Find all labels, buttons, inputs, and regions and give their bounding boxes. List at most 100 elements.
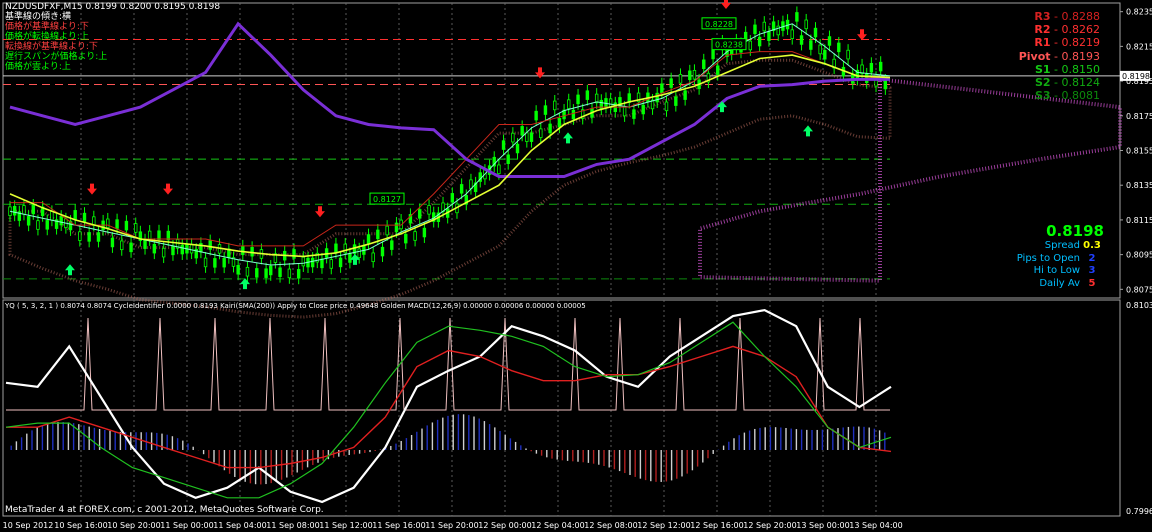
candle-body [310,257,315,268]
sub-axis-bottom: 0.7996 [1126,507,1152,516]
info-value: 3 [1088,265,1096,276]
candle-body [427,205,431,215]
candle-body [390,240,394,250]
pivot-value: 0.8219 [1061,36,1101,50]
candle-body [222,257,226,268]
candle-body [459,184,464,194]
info-rows: Spread 0.3 Pips to Open 2 Hi to Low 3 Daily Av… [1000,240,1104,290]
subwindow-header: YQ ( 5, 3, 2, 1 ) 0.8074 0.8074 CycleIde… [5,302,586,310]
candle-body [50,211,54,221]
candle-body [404,233,408,244]
candle-body [511,132,515,143]
x-tick-label: 12 Sep 08:00 [584,521,637,530]
candle-body [823,49,827,60]
candle-body [152,243,157,254]
pivot-value: 0.8150 [1061,62,1101,76]
info-value: 5 [1088,277,1096,289]
info-value: 0.3 [1083,240,1101,251]
pivot-value: 0.8081 [1061,89,1101,103]
candle-body [422,227,427,238]
x-tick-label: 11 Sep 16:00 [372,521,425,530]
candle-body [622,106,627,117]
candle-body [343,243,347,254]
candle-body [664,101,669,112]
y-tick-label: 0.8115 [1126,216,1152,225]
candle-body [790,29,794,39]
candle-body [869,62,874,73]
symbol-label: NZDUSDFXF,M15 [5,2,83,12]
candle-body [73,210,77,220]
candle-body [501,140,506,150]
pivot-label: S1 [1034,62,1051,76]
ohlc-readout: 0.8199 0.8200 0.8195 0.8198 [85,2,221,12]
candle-body [553,100,557,111]
y-tick-label: 0.8075 [1126,285,1152,294]
current-price-large: 0.8198 [1046,222,1104,240]
candle-body [632,109,636,119]
candle-body [189,243,194,254]
ichimoku-note: 基準線の傾き:横 [5,12,72,22]
price-box-label: 0.8228 [705,20,733,29]
candle-body [287,268,292,279]
candle-body [26,216,31,226]
candle-body [548,123,552,134]
candle-body [883,79,888,90]
pivot-label: R2 [1034,23,1051,37]
up-arrow-icon [65,264,75,276]
pivot-label: S2 [1034,76,1051,90]
candle-body [846,49,850,60]
candle-body [683,90,687,100]
candle-body [296,269,301,279]
candle-body [110,237,115,248]
info-value: 2 [1088,252,1096,264]
candle-body [143,239,147,249]
price-chart[interactable]: 10 Sep 2012 10 Sep 16:00 10 Sep 20:00 11 Se… [0,0,1152,532]
y-tick-label: 0.8095 [1126,251,1152,260]
candle-body [96,232,101,242]
pivot-label: S3 [1034,89,1051,103]
candle-body [813,27,818,38]
candle-body [539,128,543,138]
candle-body [795,12,799,22]
candle-body [576,94,580,105]
y-tick-label: 0.8175 [1126,112,1152,121]
candle-body [278,267,282,277]
pivot-row: R1 - 0.8219 [990,36,1100,49]
y-tick-label: 0.8235 [1126,8,1152,17]
candle-body [520,126,524,136]
candle-body [711,49,715,60]
pivot-separator: - [1050,89,1062,103]
candle-body [171,245,175,256]
candle-body [497,164,501,175]
candle-body [585,90,590,100]
candle-body [334,243,338,254]
cycle-identifier-line [6,317,890,411]
candle-body [129,242,133,253]
pivot-label: R3 [1034,10,1051,23]
candle-body [702,59,706,70]
candle-body [366,234,371,244]
candle-body [692,70,697,80]
ichimoku-notes: 基準線の傾き:横 価格が基準線より:下 価格が転換線より:上 転換線が基準線より:下遅… [5,12,107,72]
x-tick-label: 11 Sep 00:00 [160,521,213,530]
pivot-separator: - [1050,23,1062,37]
x-tick-label: 12 Sep 12:00 [637,521,690,530]
candle-body [757,36,762,47]
info-row: Pips to Open 2 [1000,253,1104,266]
candle-body [269,265,273,276]
main-frame [2,2,1121,299]
x-tick-label: 11 Sep 04:00 [213,521,266,530]
x-tick-label: 12 Sep 04:00 [531,521,584,530]
y-tick-label: 0.8155 [1126,147,1152,156]
down-arrow-icon [721,0,731,9]
pivot-separator: - [1050,62,1062,76]
pivot-value: 0.8262 [1061,23,1101,37]
pivot-value: 0.8288 [1061,10,1101,23]
ichimoku-note: 価格が転換線より:上 [5,32,89,42]
x-tick-label: 11 Sep 08:00 [266,521,319,530]
candle-body [241,245,245,256]
x-tick-label: 12 Sep 20:00 [743,521,796,530]
candle-body [115,219,119,229]
pivot-separator: - [1050,49,1062,63]
candle-body [767,31,771,41]
